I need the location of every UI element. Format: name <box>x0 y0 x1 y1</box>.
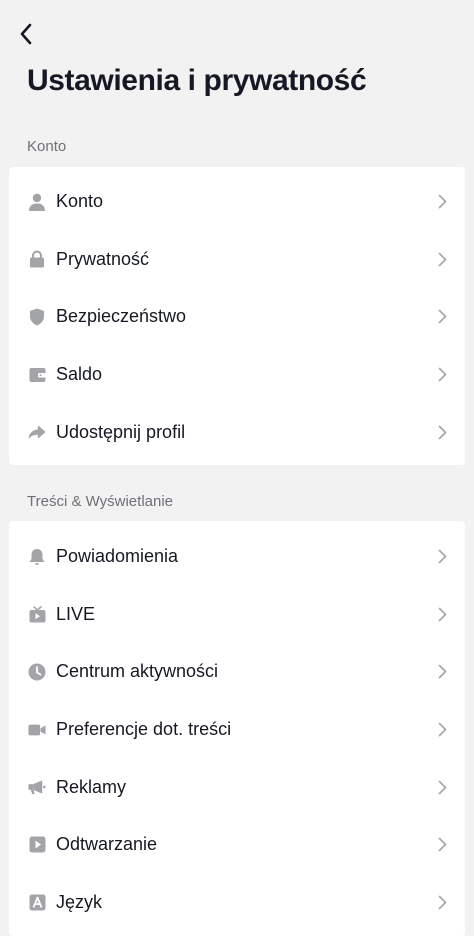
bell-icon <box>28 548 46 566</box>
shield-icon <box>28 308 46 326</box>
chevron-right-icon <box>437 309 447 325</box>
settings-item-label: Konto <box>56 191 104 212</box>
settings-screen: Ustawienia i prywatność Konto Konto Pryw… <box>0 0 474 936</box>
share-arrow-icon <box>28 423 46 441</box>
settings-item-preferencje-dot-tresci[interactable]: Preferencje dot. treści <box>9 701 465 759</box>
chevron-right-icon <box>437 779 447 795</box>
settings-item-konto[interactable]: Konto <box>9 173 465 231</box>
back-button[interactable] <box>14 20 38 48</box>
language-a-icon <box>28 893 46 911</box>
settings-item-label: Odtwarzanie <box>56 834 158 855</box>
play-icon <box>28 836 46 854</box>
live-tv-icon <box>28 605 46 623</box>
chevron-right-icon <box>437 251 447 267</box>
settings-item-label: LIVE <box>56 603 96 624</box>
settings-item-centrum-aktywnosci[interactable]: Centrum aktywności <box>9 643 465 701</box>
settings-item-reklamy[interactable]: Reklamy <box>9 758 465 816</box>
chevron-right-icon <box>437 424 447 440</box>
settings-card-account: Konto Prywatność Bezpieczeństwo Saldo Ud… <box>9 167 465 465</box>
chevron-right-icon <box>437 549 447 565</box>
settings-item-label: Saldo <box>56 364 103 385</box>
chevron-right-icon <box>437 837 447 853</box>
settings-item-label: Reklamy <box>56 776 127 797</box>
video-camera-icon <box>28 721 46 739</box>
person-icon <box>28 193 46 211</box>
settings-item-jezyk[interactable]: Język <box>9 874 465 932</box>
page-title: Ustawienia i prywatność <box>27 64 367 97</box>
settings-item-powiadomienia[interactable]: Powiadomienia <box>9 528 465 586</box>
settings-item-live[interactable]: LIVE <box>9 586 465 644</box>
settings-item-label: Udostępnij profil <box>56 421 186 442</box>
chevron-right-icon <box>437 894 447 910</box>
settings-item-label: Język <box>56 891 103 912</box>
chevron-right-icon <box>437 722 447 738</box>
settings-item-saldo[interactable]: Saldo <box>9 346 465 404</box>
chevron-right-icon <box>437 664 447 680</box>
clock-icon <box>28 663 46 681</box>
settings-item-label: Bezpieczeństwo <box>56 306 187 327</box>
chevron-right-icon <box>437 367 447 383</box>
settings-item-label: Powiadomienia <box>56 546 179 567</box>
chevron-right-icon <box>437 606 447 622</box>
settings-item-bezpieczenstwo[interactable]: Bezpieczeństwo <box>9 288 465 346</box>
chevron-left-icon <box>19 23 33 45</box>
megaphone-icon <box>28 778 46 796</box>
settings-item-udostepnij-profil[interactable]: Udostępnij profil <box>9 403 465 461</box>
settings-item-label: Prywatność <box>56 248 150 269</box>
section-label-tresci: Treści & Wyświetlanie <box>27 493 174 510</box>
wallet-icon <box>28 366 46 384</box>
settings-card-content: Powiadomienia LIVE Centrum aktywności Pr… <box>9 521 465 936</box>
chevron-right-icon <box>437 194 447 210</box>
lock-icon <box>28 250 46 268</box>
section-label-konto: Konto <box>27 138 67 155</box>
settings-item-label: Centrum aktywności <box>56 661 219 682</box>
settings-item-odtwarzanie[interactable]: Odtwarzanie <box>9 816 465 874</box>
settings-item-prywatnosc[interactable]: Prywatność <box>9 231 465 289</box>
settings-item-label: Preferencje dot. treści <box>56 719 232 740</box>
